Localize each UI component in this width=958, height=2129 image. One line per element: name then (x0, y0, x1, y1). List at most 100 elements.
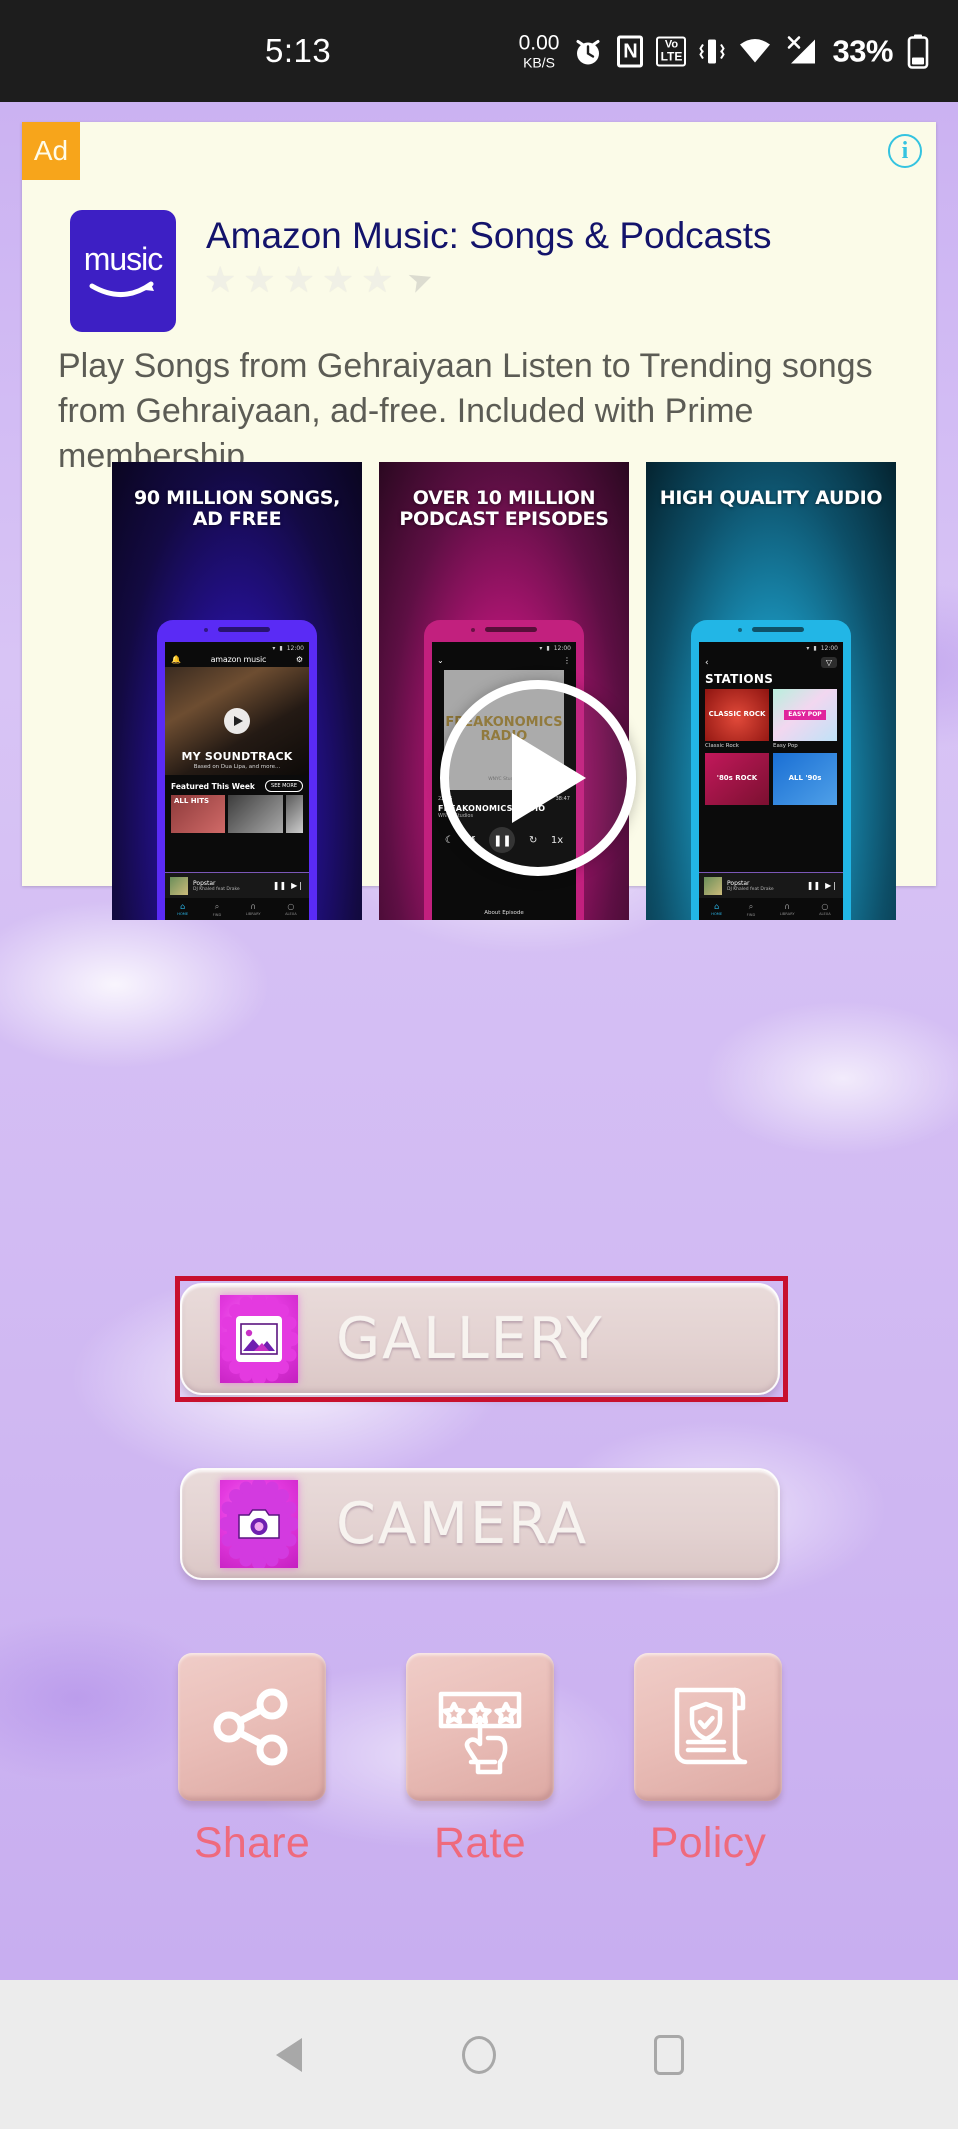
phone-screen: ▾ ▮ 12:00 🔔 amazon music ⚙ MY SOUNDTRACK … (165, 642, 309, 920)
track-title: Popstar (727, 879, 750, 887)
policy-document-shield-icon (674, 1687, 748, 1765)
mock-mini-player: Popstar DJ Khaled feat Drake ❚❚ ▶❘ (699, 872, 843, 898)
vibrate-icon (699, 39, 726, 63)
policy-action[interactable]: Policy (634, 1653, 782, 1883)
mock-signal-icon: ▮ (546, 645, 550, 652)
advertisement-card[interactable]: Ad i music Amazon Music: Songs & Podcast… (22, 122, 936, 920)
tab-library: ∩ LIBRARY (779, 902, 795, 916)
rate-action[interactable]: Rate (406, 1653, 554, 1883)
mock-wifi-icon: ▾ (806, 645, 810, 652)
mock-signal-icon: ▮ (279, 645, 283, 652)
network-speed-value: 0.00 (518, 31, 560, 55)
share-action[interactable]: Share (178, 1653, 326, 1883)
cursor-arrow-icon: ➤ (403, 260, 439, 300)
ad-body-text: Play Songs from Gehraiyaan Listen to Tre… (58, 347, 873, 475)
hero-subtitle: Based on Dua Lipa, and more... (193, 764, 281, 771)
mock-wifi-icon: ▾ (272, 645, 276, 652)
mock-tile-row (165, 795, 309, 833)
star-icon: ★ (361, 259, 394, 300)
camera-icon (220, 1480, 298, 1568)
mock-status-bar: ▾ ▮ 12:00 (432, 642, 576, 653)
back-nav-button[interactable] (194, 1980, 384, 2129)
tab-find: ⌕ FIND (746, 901, 756, 917)
tab-library: ∩ LIBRARY (245, 902, 261, 916)
station-artwork: ALL '90s (773, 753, 837, 805)
back-triangle-icon (276, 2037, 302, 2072)
status-bar-icons: 0.00 KB/S N Vo LTE 33% (519, 33, 930, 70)
ad-promo-image-3[interactable]: HIGH QUALITY AUDIO ▾ ▮ 12:00 ‹ ▽ STATIONS (646, 462, 896, 920)
ad-rating-stars: ★ ★ ★ ★ ★ ➤ (204, 259, 438, 300)
camera-button[interactable]: CAMERA (180, 1468, 780, 1580)
mock-tab-bar: ⌂ HOME ⌕ FIND ∩ LIBRARY ○ ALEXA (699, 898, 843, 920)
filter-icon: ▽ (820, 657, 837, 668)
mock-wifi-icon: ▾ (539, 645, 543, 652)
camera-glyph-icon (238, 1509, 280, 1539)
image-glyph-frame (236, 1316, 282, 1362)
next-icon: ▶❘ (291, 881, 304, 890)
track-meta: Popstar DJ Khaled feat Drake (193, 880, 268, 892)
amazon-smile-icon (89, 281, 154, 297)
pause-icon: ❚❚ (806, 881, 821, 890)
info-icon[interactable]: i (888, 134, 922, 168)
back-chevron-icon: ‹ (705, 657, 709, 668)
station-artwork: EASY POP (773, 689, 837, 741)
pause-icon: ❚❚ (272, 881, 287, 890)
album-art (704, 876, 722, 895)
image-picture-icon (220, 1295, 298, 1383)
tile-all-hits (171, 795, 226, 833)
mock-tab-bar: ⌂ HOME ⌕ FIND ∩ LIBRARY ○ ALEXA (165, 898, 309, 920)
gallery-button[interactable]: GALLERY (180, 1283, 780, 1395)
rate-label: Rate (433, 1819, 527, 1867)
play-icon (224, 708, 250, 734)
home-nav-button[interactable] (384, 1980, 574, 2129)
hero-title: MY SOUNDTRACK (181, 750, 293, 764)
mock-clock: 12:00 (553, 645, 571, 652)
star-icon: ★ (321, 259, 355, 300)
mock-mini-player: Popstar DJ Khaled feat Drake ❚❚ ▶❘ (165, 872, 309, 898)
ad-title[interactable]: Amazon Music: Songs & Podcasts (206, 215, 926, 257)
camera-glyph-frame (236, 1501, 282, 1547)
mock-hero-caption: MY SOUNDTRACK Based on Dua Lipa, and mor… (165, 750, 309, 771)
ad-promo-image-1[interactable]: 90 MILLION SONGS, AD FREE ▾ ▮ 12:00 🔔 ama… (112, 462, 362, 920)
promo-phone-mock: ▾ ▮ 12:00 ‹ ▽ STATIONS CLASSIC ROCK Class… (691, 620, 851, 920)
next-icon: ▶❘ (825, 881, 838, 890)
album-art (170, 876, 188, 895)
phone-screen: ▾ ▮ 12:00 ‹ ▽ STATIONS CLASSIC ROCK Class… (699, 642, 843, 920)
mock-stations-topbar: ‹ ▽ (699, 653, 843, 672)
play-button-overlay[interactable] (440, 680, 636, 876)
track-title: Popstar (193, 879, 216, 887)
signal-no-service-icon (788, 35, 816, 63)
policy-button[interactable] (634, 1653, 782, 1801)
home-circle-icon (462, 2035, 496, 2074)
share-button[interactable] (178, 1653, 326, 1801)
tab-find: ⌕ FIND (212, 901, 222, 917)
featured-label: Featured This Week (171, 781, 255, 791)
network-speed-unit: KB/S (523, 54, 555, 71)
battery-percent-label: 33% (832, 33, 893, 68)
recents-square-icon (654, 2034, 684, 2075)
rate-stars-hand-icon (438, 1691, 522, 1775)
tab-alexa: ○ ALEXA (285, 902, 297, 916)
rate-button[interactable] (406, 1653, 554, 1801)
tile-generic (285, 795, 304, 833)
promo-phone-mock: ▾ ▮ 12:00 🔔 amazon music ⚙ MY SOUNDTRACK … (157, 620, 317, 920)
amazon-music-icon: music (70, 210, 176, 332)
app-icon-label: music (83, 240, 164, 277)
status-bar-clock: 5:13 (265, 32, 332, 69)
recents-nav-button[interactable] (574, 1980, 764, 2129)
alarm-clock-icon (576, 39, 600, 64)
station-cell: '80s ROCK (705, 753, 769, 805)
volte-bottom-label: LTE (660, 49, 683, 64)
station-artwork: CLASSIC ROCK (705, 689, 769, 741)
station-cell: ALL '90s (773, 753, 837, 805)
status-bar: 5:13 0.00 KB/S N Vo LTE 33% (0, 0, 958, 102)
mock-app-topbar: 🔔 amazon music ⚙ (165, 653, 309, 667)
see-more-button: SEE MORE (265, 780, 303, 792)
station-caption: Classic Rock (705, 743, 739, 749)
station-artwork: '80s ROCK (705, 753, 769, 805)
promo-headline: HIGH QUALITY AUDIO (659, 487, 883, 509)
policy-label: Policy (649, 1819, 767, 1867)
picture-glyph-icon (240, 1323, 278, 1355)
track-meta: Popstar DJ Khaled feat Drake (727, 880, 802, 892)
mock-status-bar: ▾ ▮ 12:00 (699, 642, 843, 653)
